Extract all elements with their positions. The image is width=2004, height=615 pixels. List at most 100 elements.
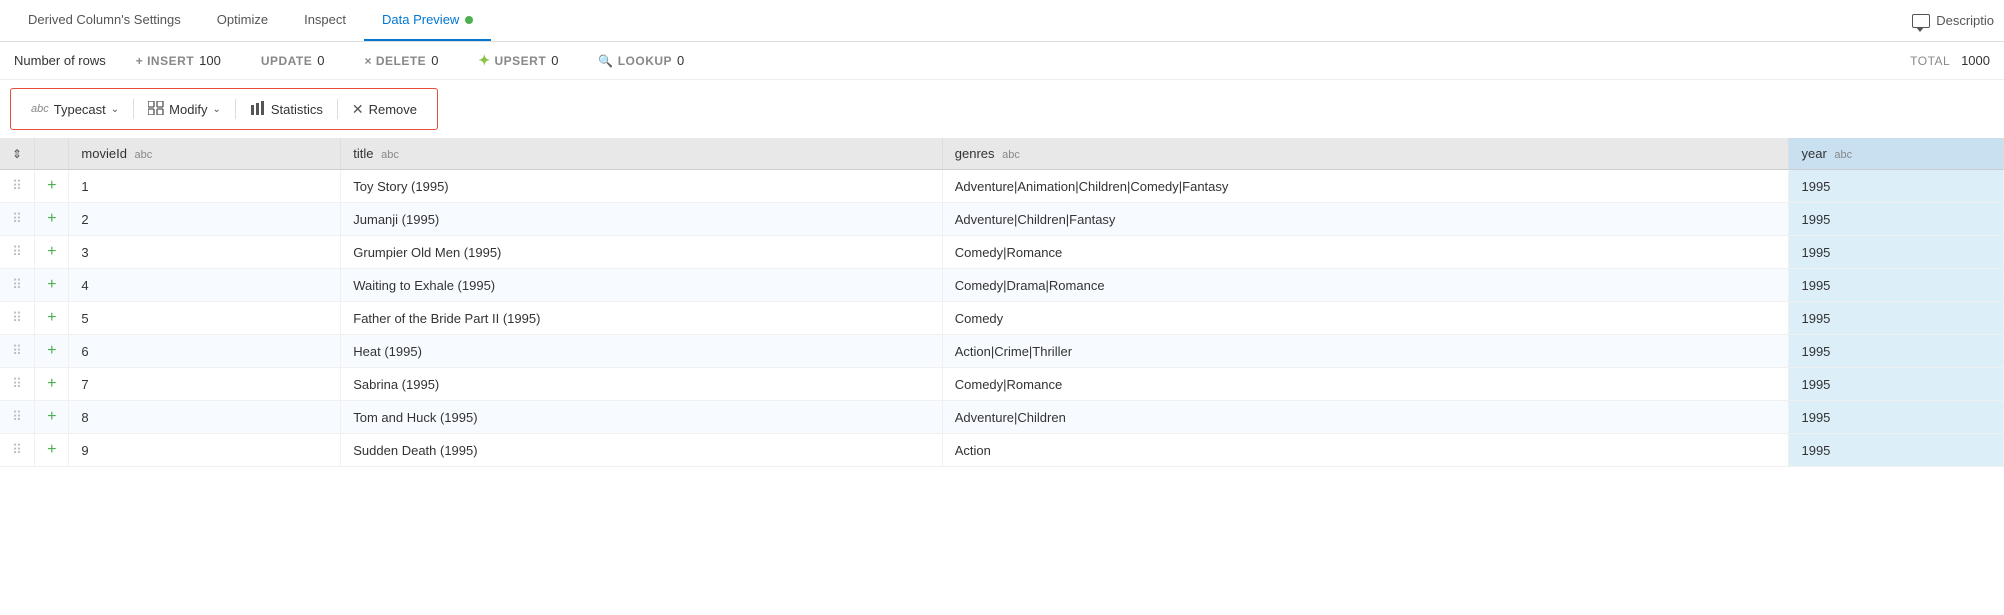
data-preview-dot bbox=[465, 16, 473, 24]
row-sort-handle: ⠿ bbox=[0, 302, 35, 335]
cell-genres: Action|Crime|Thriller bbox=[942, 335, 1789, 368]
cell-movieid: 6 bbox=[69, 335, 341, 368]
cell-title: Sabrina (1995) bbox=[341, 368, 942, 401]
cell-genres: Adventure|Animation|Children|Comedy|Fant… bbox=[942, 170, 1789, 203]
divider-2 bbox=[235, 99, 236, 119]
modify-button[interactable]: Modify ⌄ bbox=[138, 97, 231, 122]
stat-total: TOTAL 1000 bbox=[1910, 53, 1990, 68]
remove-button[interactable]: ✕ Remove bbox=[342, 97, 427, 122]
cell-title: Sudden Death (1995) bbox=[341, 434, 942, 467]
plus-icon[interactable]: + bbox=[47, 276, 56, 293]
sort-icon: ⇕ bbox=[12, 147, 22, 161]
row-sort-handle: ⠿ bbox=[0, 236, 35, 269]
description-button[interactable]: Descriptio bbox=[1912, 13, 1994, 28]
table-row: ⠿+8Tom and Huck (1995)Adventure|Children… bbox=[0, 401, 2004, 434]
plus-icon[interactable]: + bbox=[47, 408, 56, 425]
cell-movieid: 8 bbox=[69, 401, 341, 434]
row-add-button[interactable]: + bbox=[35, 269, 69, 302]
plus-icon[interactable]: + bbox=[47, 177, 56, 194]
table-row: ⠿+9Sudden Death (1995)Action1995 bbox=[0, 434, 2004, 467]
cell-movieid: 3 bbox=[69, 236, 341, 269]
cell-movieid: 9 bbox=[69, 434, 341, 467]
table-row: ⠿+2Jumanji (1995)Adventure|Children|Fant… bbox=[0, 203, 2004, 236]
modify-chevron: ⌄ bbox=[212, 104, 220, 115]
cell-genres: Comedy|Drama|Romance bbox=[942, 269, 1789, 302]
divider-3 bbox=[337, 99, 338, 119]
row-sort-handle: ⠿ bbox=[0, 368, 35, 401]
row-add-button[interactable]: + bbox=[35, 401, 69, 434]
cell-genres: Comedy|Romance bbox=[942, 368, 1789, 401]
table-row: ⠿+5Father of the Bride Part II (1995)Com… bbox=[0, 302, 2004, 335]
statistics-icon bbox=[250, 101, 266, 118]
cell-year: 1995 bbox=[1789, 335, 2004, 368]
stat-update: UPDATE 0 bbox=[261, 53, 325, 68]
col-header-genres[interactable]: genres abc bbox=[942, 138, 1789, 170]
table-row: ⠿ +7Sabrina (1995)Comedy|Romance1995 bbox=[0, 368, 2004, 401]
cell-title: Waiting to Exhale (1995) bbox=[341, 269, 942, 302]
cell-year: 1995 bbox=[1789, 203, 2004, 236]
col-header-movieid[interactable]: movieId abc bbox=[69, 138, 341, 170]
row-sort-handle: ⠿ bbox=[0, 434, 35, 467]
cell-genres: Adventure|Children|Fantasy bbox=[942, 203, 1789, 236]
row-add-button[interactable]: + bbox=[35, 170, 69, 203]
row-sort-handle: ⠿ bbox=[0, 170, 35, 203]
plus-icon[interactable]: + bbox=[47, 342, 56, 359]
col-header-title[interactable]: title abc bbox=[341, 138, 942, 170]
typecast-label: Typecast bbox=[54, 102, 106, 117]
row-add-button[interactable]: + bbox=[35, 236, 69, 269]
cell-year: 1995 bbox=[1789, 170, 2004, 203]
cell-year: 1995 bbox=[1789, 401, 2004, 434]
cell-year: 1995 bbox=[1789, 236, 2004, 269]
row-sort-handle: ⠿ bbox=[0, 203, 35, 236]
row-add-button[interactable]: + bbox=[35, 302, 69, 335]
plus-icon[interactable]: + bbox=[47, 243, 56, 260]
table-row: ⠿+6Heat (1995)Action|Crime|Thriller1995 bbox=[0, 335, 2004, 368]
tab-inspect[interactable]: Inspect bbox=[286, 0, 364, 41]
plus-icon[interactable]: + bbox=[47, 441, 56, 458]
cell-genres: Comedy|Romance bbox=[942, 236, 1789, 269]
tab-derived-col-settings[interactable]: Derived Column's Settings bbox=[10, 0, 199, 41]
statistics-button[interactable]: Statistics bbox=[240, 97, 333, 122]
number-of-rows-label: Number of rows bbox=[14, 53, 106, 68]
plus-icon[interactable]: + bbox=[47, 210, 56, 227]
data-table-container: ⇕ movieId abc title abc genres abc year … bbox=[0, 138, 2004, 595]
comment-icon bbox=[1912, 14, 1930, 28]
divider-1 bbox=[133, 99, 134, 119]
stats-bar: Number of rows + INSERT 100 UPDATE 0 × D… bbox=[0, 42, 2004, 80]
row-add-button[interactable]: + bbox=[35, 203, 69, 236]
tab-data-preview[interactable]: Data Preview bbox=[364, 0, 491, 41]
modify-label: Modify bbox=[169, 102, 207, 117]
plus-icon[interactable]: + bbox=[47, 375, 56, 392]
cell-movieid: 4 bbox=[69, 269, 341, 302]
row-add-button[interactable]: + bbox=[35, 434, 69, 467]
row-add-button[interactable]: + bbox=[35, 335, 69, 368]
cell-movieid: 5 bbox=[69, 302, 341, 335]
table-row: ⠿+4Waiting to Exhale (1995)Comedy|Drama|… bbox=[0, 269, 2004, 302]
col-header-year[interactable]: year abc bbox=[1789, 138, 2004, 170]
tab-bar: Derived Column's Settings Optimize Inspe… bbox=[0, 0, 2004, 42]
cell-movieid: 7 bbox=[69, 368, 341, 401]
cell-movieid: 2 bbox=[69, 203, 341, 236]
stat-lookup: 🔍 LOOKUP 0 bbox=[598, 53, 684, 68]
col-header-add bbox=[35, 138, 69, 170]
statistics-label: Statistics bbox=[271, 102, 323, 117]
cell-year: 1995 bbox=[1789, 269, 2004, 302]
row-add-button[interactable]: + bbox=[35, 368, 69, 401]
row-sort-handle: ⠿ bbox=[0, 401, 35, 434]
cell-title: Father of the Bride Part II (1995) bbox=[341, 302, 942, 335]
cell-year: 1995 bbox=[1789, 368, 2004, 401]
table-row: ⠿+3Grumpier Old Men (1995)Comedy|Romance… bbox=[0, 236, 2004, 269]
plus-icon[interactable]: + bbox=[47, 309, 56, 326]
remove-label: Remove bbox=[369, 102, 417, 117]
data-table: ⇕ movieId abc title abc genres abc year … bbox=[0, 138, 2004, 467]
cell-year: 1995 bbox=[1789, 434, 2004, 467]
cell-title: Toy Story (1995) bbox=[341, 170, 942, 203]
stat-delete: × DELETE 0 bbox=[365, 53, 439, 68]
remove-x-icon: ✕ bbox=[352, 101, 364, 118]
table-row: ⠿+1Toy Story (1995)Adventure|Animation|C… bbox=[0, 170, 2004, 203]
tab-optimize[interactable]: Optimize bbox=[199, 0, 286, 41]
row-sort-handle: ⠿ bbox=[0, 335, 35, 368]
modify-icon bbox=[148, 101, 164, 118]
typecast-button[interactable]: abc Typecast ⌄ bbox=[21, 98, 129, 121]
stat-insert: + INSERT 100 bbox=[136, 53, 221, 68]
